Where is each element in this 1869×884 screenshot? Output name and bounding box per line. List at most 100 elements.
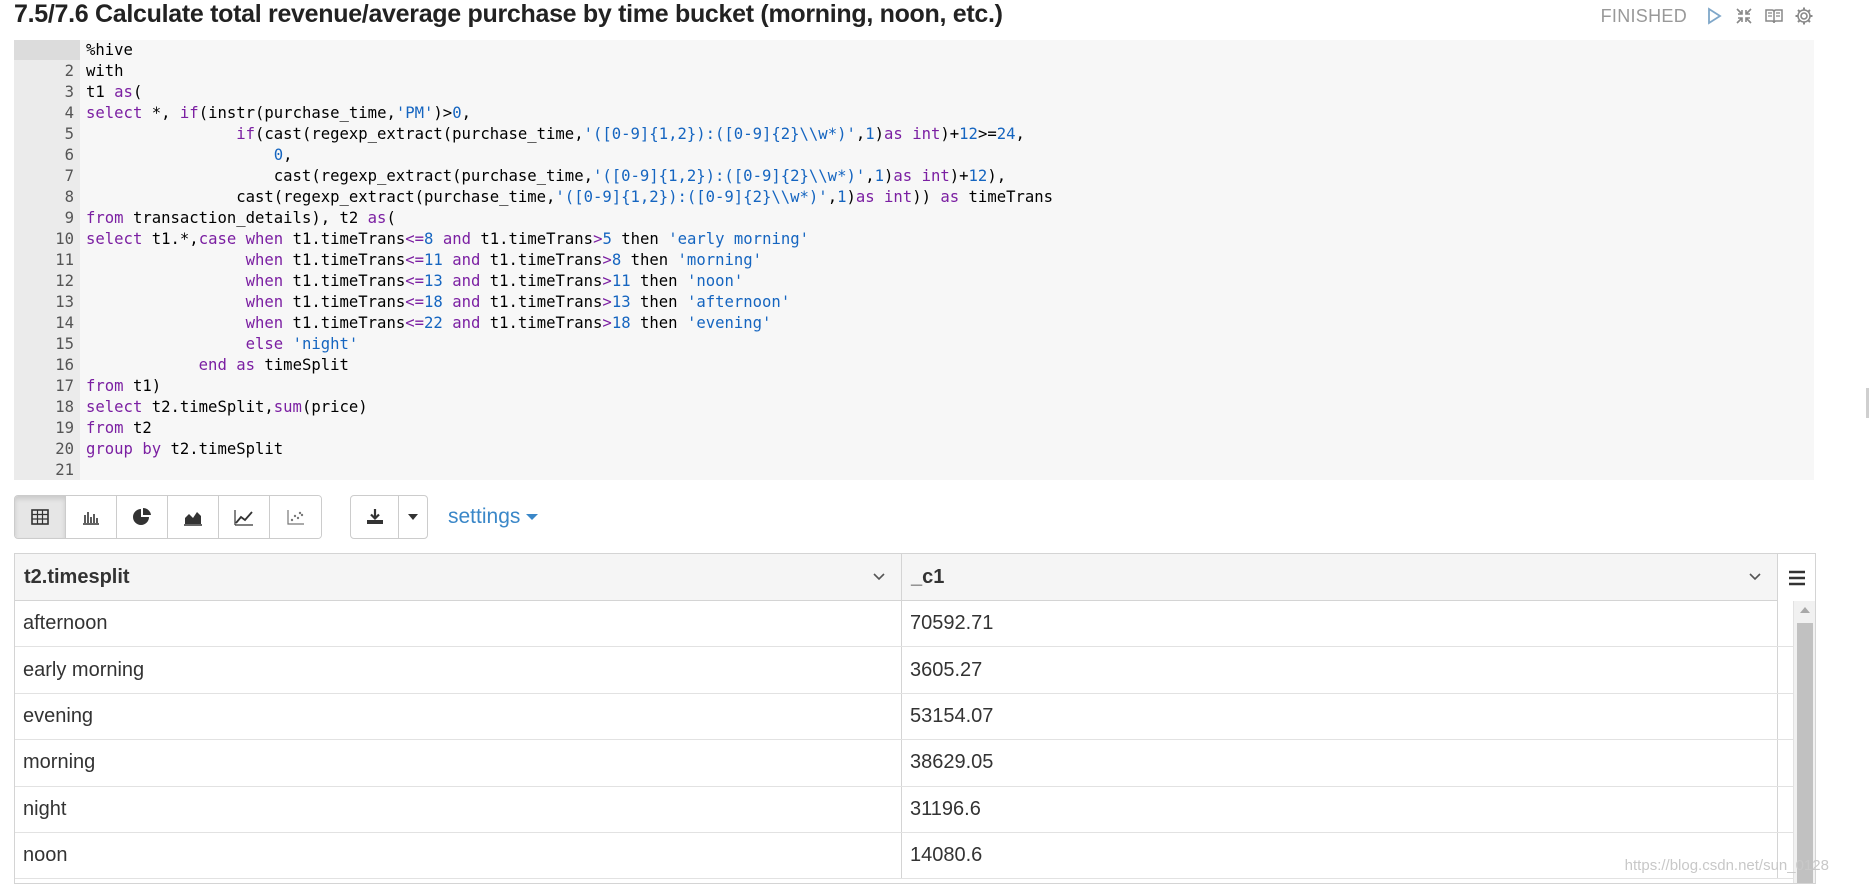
code-text: when t1.timeTrans<=13 and t1.timeTrans>1… [74,271,744,292]
chevron-down-icon[interactable] [1747,568,1763,584]
scroll-up-arrow-icon[interactable] [1800,607,1810,613]
code-token: <= [405,293,425,311]
code-line[interactable]: 12 when t1.timeTrans<=13 and t1.timeTran… [14,271,1814,292]
settings-dropdown[interactable]: settings [448,505,539,529]
table-row[interactable]: morning 38629.05 [15,740,1815,787]
download-options-dropdown[interactable] [399,496,427,538]
code-token: then [630,314,687,332]
code-text: end as timeSplit [74,355,349,376]
table-view-button[interactable] [15,496,66,538]
table-row[interactable]: afternoon 70592.71 [15,601,1815,648]
code-line[interactable]: 21 [14,460,1814,481]
code-token: as [855,188,875,206]
code-token: timeTrans [959,188,1054,206]
code-text: group by t2.timeSplit [74,439,283,460]
code-token: as [114,83,133,101]
code-line[interactable]: %hive [14,40,1814,61]
code-editor[interactable]: %hive 2 with 3 t1 as(4 select *, if(instr(pur… [14,40,1814,480]
code-line[interactable]: 15 else 'night' [14,334,1814,355]
code-line[interactable]: 20 group by t2.timeSplit [14,439,1814,460]
cell-value: 31196.6 [902,786,1778,832]
code-token: ( [132,83,143,101]
grid-menu-button[interactable] [1778,554,1815,601]
code-line[interactable]: 4 select *, if(instr(purchase_time,'PM')>… [14,103,1814,124]
collapse-icon[interactable] [1733,5,1755,27]
code-token: 'evening' [686,314,772,332]
line-number: 19 [55,419,74,437]
code-line[interactable]: 19 from t2 [14,418,1814,439]
column-header-timesplit[interactable]: t2.timesplit [15,554,902,601]
run-icon[interactable] [1703,5,1725,27]
code-token: from [86,419,124,437]
code-line[interactable]: 14 when t1.timeTrans<=22 and t1.timeTran… [14,313,1814,334]
table-row[interactable]: early morning 3605.27 [15,647,1815,694]
code-token: and [452,251,481,269]
book-icon[interactable] [1763,5,1785,27]
bar-chart-view-button[interactable] [66,496,117,538]
line-chart-view-button[interactable] [219,496,270,538]
code-token: 18 [611,314,631,332]
table-row[interactable]: evening 53154.07 [15,693,1815,741]
code-text: if(cast(regexp_extract(purchase_time,'([… [74,124,1025,145]
code-line[interactable]: 17 from t1) [14,376,1814,397]
vertical-scrollbar[interactable] [1793,601,1815,883]
code-line[interactable]: 8 cast(regexp_extract(purchase_time,'([0… [14,187,1814,208]
download-button[interactable] [351,496,399,538]
code-line[interactable]: 2 with [14,61,1814,82]
code-line[interactable]: 3 t1 as( [14,82,1814,103]
code-token: and [452,272,481,290]
code-token: (price) [301,398,368,416]
cell-value: 53154.07 [902,693,1778,740]
code-line[interactable]: 5 if(cast(regexp_extract(purchase_time,'… [14,124,1814,145]
pie-chart-view-button[interactable] [117,496,168,538]
code-line[interactable]: 16 end as timeSplit [14,355,1814,376]
caret-down-icon [408,514,418,520]
code-token: , [865,167,875,185]
code-token: 'morning' [677,251,763,269]
code-token: cast(regexp_extract(purchase_time, [86,167,593,185]
code-token: case [198,230,237,248]
area-chart-view-button[interactable] [168,496,219,538]
code-text: when t1.timeTrans<=11 and t1.timeTrans>8… [74,250,762,271]
code-token: >= [977,125,997,143]
code-line[interactable]: 6 0, [14,145,1814,166]
code-line[interactable]: 9 from transaction_details), t2 as( [14,208,1814,229]
code-line[interactable]: 10 select t1.*,case when t1.timeTrans<=8 … [14,229,1814,250]
column-header-c1[interactable]: _c1 [902,554,1778,601]
code-token: , [1015,125,1025,143]
code-token: t1.timeTrans [283,272,406,290]
code-token: and [452,314,481,332]
code-line[interactable]: 13 when t1.timeTrans<=18 and t1.timeTran… [14,292,1814,313]
table-row[interactable]: noon 14080.6 [15,832,1815,880]
code-text: with [74,61,124,82]
scatter-chart-view-button[interactable] [270,496,321,538]
code-line[interactable]: 11 when t1.timeTrans<=11 and t1.timeTran… [14,250,1814,271]
scrollbar-thumb[interactable] [1797,623,1813,883]
line-number: 4 [64,104,74,122]
code-token: 'noon' [686,272,744,290]
chevron-down-icon[interactable] [871,568,887,584]
gear-icon[interactable] [1793,5,1815,27]
code-text: select *, if(instr(purchase_time,'PM')>0… [74,103,471,124]
code-token: group by [86,440,162,458]
code-token: t1.timeTrans [480,314,603,332]
code-lines[interactable]: %hive 2 with 3 t1 as(4 select *, if(instr(pur… [14,40,1814,481]
code-line[interactable]: 7 cast(regexp_extract(purchase_time,'([0… [14,166,1814,187]
code-token: from [86,377,124,395]
code-token: 11 [424,251,443,269]
code-token: 24 [996,125,1016,143]
code-token: as [884,125,903,143]
code-text: 0, [74,145,293,166]
code-token: > [602,314,612,332]
cell-timesplit: morning [15,740,902,786]
table-row[interactable]: night 31196.6 [15,786,1815,833]
paragraph-title: 7.5/7.6 Calculate total revenue/average … [14,0,1003,28]
code-line[interactable]: 18 select t2.timeSplit,sum(price) [14,397,1814,418]
hamburger-menu-icon [1788,570,1805,585]
